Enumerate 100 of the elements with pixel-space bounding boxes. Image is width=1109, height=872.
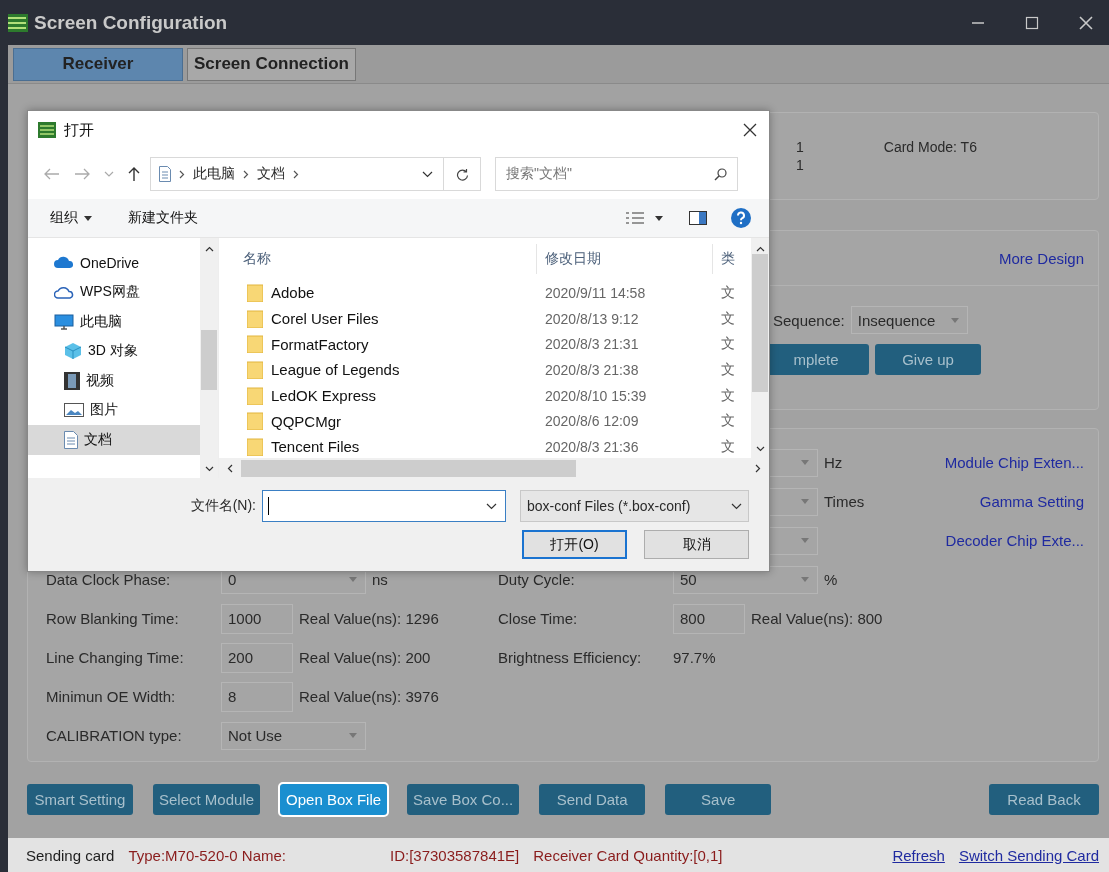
nav-label: 此电脑 <box>80 312 122 331</box>
more-design-link[interactable]: More Design <box>998 249 1084 267</box>
action-button[interactable]: Select Module <box>153 784 261 815</box>
scrollbar-thumb[interactable] <box>201 330 217 390</box>
sequence-dropdown[interactable]: Insequence <box>850 306 968 334</box>
settings-link[interactable]: Module Chip Exten... <box>944 454 1084 471</box>
file-type: 文 <box>720 335 736 354</box>
settings-link[interactable]: Gamma Setting <box>979 493 1084 510</box>
read-back-button[interactable]: Read Back <box>989 784 1099 815</box>
column-header[interactable]: 修改日期 <box>537 244 713 274</box>
parameter-label: Data Clock Phase: <box>46 571 172 588</box>
close-icon[interactable] <box>743 123 757 137</box>
parameter-input[interactable]: 800 <box>673 603 745 634</box>
action-button[interactable]: Save <box>665 784 772 815</box>
up-arrow-icon[interactable] <box>128 166 140 182</box>
file-name[interactable]: Corel User Files <box>271 310 379 328</box>
search-field[interactable]: 搜索"文档" <box>495 157 738 191</box>
action-button[interactable]: Send Data <box>539 784 646 815</box>
folder-icon <box>247 335 263 354</box>
file-date: 2020/8/13 9:12 <box>544 310 640 327</box>
organize-menu[interactable]: 组织 <box>50 209 92 227</box>
breadcrumb-item[interactable]: 此电脑 <box>193 165 235 183</box>
unit-label: Real Value(ns): 3976 <box>299 688 439 705</box>
cloud-icon <box>54 285 74 300</box>
action-button[interactable]: Give up <box>875 344 981 375</box>
file-date: 2020/8/6 12:09 <box>544 413 640 430</box>
parameter-input[interactable]: 8 <box>221 681 293 712</box>
folder-icon <box>247 412 263 431</box>
action-button[interactable]: Open Box File <box>280 784 388 815</box>
chevron-down-icon[interactable] <box>755 446 765 452</box>
document-icon <box>64 430 78 449</box>
picture-icon <box>64 403 84 418</box>
file-type: 文 <box>720 437 736 456</box>
file-name[interactable]: Adobe <box>271 284 315 302</box>
file-date: 2020/8/3 21:31 <box>544 336 640 353</box>
nav-item[interactable]: OneDrive <box>28 248 200 278</box>
file-date: 2020/9/11 14:58 <box>544 284 647 301</box>
scrollbar[interactable] <box>751 238 769 458</box>
view-list-icon[interactable] <box>625 212 645 224</box>
status-link[interactable]: Refresh <box>892 846 945 864</box>
tab[interactable]: Receiver <box>13 47 183 81</box>
parameter-input[interactable]: 1000 <box>221 603 293 634</box>
status-link[interactable]: Switch Sending Card <box>958 846 1099 864</box>
file-date: 2020/8/3 21:38 <box>544 361 640 378</box>
chevron-down-icon[interactable] <box>422 170 433 178</box>
settings-link[interactable]: Decoder Chip Exte... <box>945 532 1084 549</box>
chevron-down-icon[interactable] <box>486 502 497 510</box>
scrollbar[interactable] <box>200 238 218 478</box>
scrollbar-thumb[interactable] <box>752 254 768 392</box>
new-folder-button[interactable]: 新建文件夹 <box>128 209 198 227</box>
scrollbar-thumb[interactable] <box>241 459 576 477</box>
file-date: 2020/8/3 21:36 <box>544 438 640 455</box>
help-icon[interactable] <box>731 208 751 228</box>
nav-item[interactable]: 文档 <box>28 425 200 455</box>
nav-label: 图片 <box>90 401 118 420</box>
parameter-input[interactable]: 200 <box>221 642 293 673</box>
preview-pane-icon[interactable] <box>689 211 707 225</box>
nav-item[interactable]: 3D 对象 <box>28 336 200 366</box>
filename-field[interactable] <box>262 490 506 522</box>
action-button[interactable]: Save Box Co... <box>407 784 520 815</box>
file-type: 文 <box>720 386 736 405</box>
chevron-right-icon[interactable] <box>755 463 761 473</box>
file-type: 文 <box>720 412 736 431</box>
file-name[interactable]: FormatFactory <box>271 335 369 353</box>
caret-icon <box>84 215 92 221</box>
address-bar[interactable]: 此电脑 文档 <box>150 157 444 191</box>
chevron-down-icon[interactable] <box>204 466 214 472</box>
file-name[interactable]: Tencent Files <box>271 438 360 456</box>
chevron-left-icon[interactable] <box>227 463 233 473</box>
chevron-up-icon[interactable] <box>204 246 214 252</box>
dialog-button[interactable]: 取消 <box>644 530 749 559</box>
parameter-dropdown[interactable]: Not Use <box>221 721 366 750</box>
column-header[interactable]: 类 <box>713 244 741 274</box>
file-name[interactable]: LedOK Express <box>271 387 377 405</box>
nav-item[interactable]: 图片 <box>28 395 200 425</box>
monitor-icon <box>54 313 74 330</box>
file-type-dropdown[interactable]: box-conf Files (*.box-conf) <box>520 490 749 522</box>
action-button[interactable]: Smart Setting <box>27 784 133 815</box>
nav-item[interactable]: 此电脑 <box>28 307 200 337</box>
dialog-button[interactable]: 打开(O) <box>522 530 627 559</box>
caret-icon <box>349 733 357 738</box>
unit-label: Real Value(ns): 200 <box>299 649 431 666</box>
info-value: 1 <box>796 139 804 155</box>
window-title: Screen Configuration <box>34 11 228 34</box>
scrollbar[interactable] <box>219 458 769 478</box>
file-name[interactable]: League of Legends <box>271 361 400 379</box>
maximize-icon[interactable] <box>1025 15 1039 30</box>
refresh-button[interactable] <box>443 157 481 191</box>
breadcrumb-item[interactable]: 文档 <box>257 165 285 183</box>
unit-label: Real Value(ns): 1296 <box>299 610 439 627</box>
file-type: 文 <box>720 283 736 302</box>
nav-item[interactable]: WPS网盘 <box>28 277 200 307</box>
parameter-label: Close Time: <box>498 610 579 627</box>
nav-item[interactable]: 视频 <box>28 366 200 396</box>
column-header[interactable]: 名称 <box>219 244 537 274</box>
tab[interactable]: Screen Connection <box>187 47 356 81</box>
file-name[interactable]: QQPCMgr <box>271 412 341 430</box>
chevron-up-icon[interactable] <box>755 246 765 252</box>
caret-icon[interactable] <box>655 215 663 221</box>
file-type: 文 <box>720 360 736 379</box>
